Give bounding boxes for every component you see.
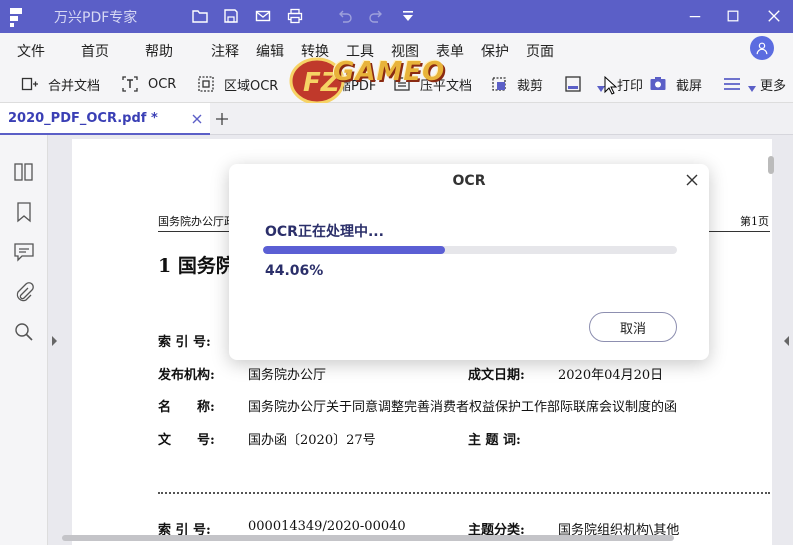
dialog-close-icon[interactable] [685, 173, 699, 187]
ocr-button[interactable]: OCR [120, 73, 176, 95]
field-value: 国务院办公厅 [248, 368, 327, 383]
print-tool-button[interactable]: 打印 [617, 73, 643, 95]
ocr-status-text: OCR正在处理中... [265, 224, 384, 240]
horizontal-scrollbar-thumb[interactable] [62, 535, 674, 541]
save-icon[interactable] [222, 7, 240, 25]
menu-comment[interactable]: 注释 [211, 41, 239, 61]
title-bar: 万兴PDF专家 [0, 0, 793, 33]
field-value: 2020年04月20日 [558, 368, 664, 383]
redo-icon[interactable] [367, 7, 385, 25]
menu-page[interactable]: 页面 [526, 41, 554, 61]
area-ocr-button[interactable]: 区域OCR [196, 73, 278, 95]
field-value: 国办函〔2020〕27号 [248, 433, 376, 448]
open-folder-icon[interactable] [191, 7, 209, 25]
app-title: 万兴PDF专家 [54, 9, 138, 26]
dialog-title: OCR [452, 173, 486, 189]
merge-button[interactable]: 合并文档 [20, 73, 100, 95]
screenshot-button[interactable]: 截屏 [648, 73, 702, 95]
tab-close-icon[interactable] [190, 112, 204, 126]
menu-edit[interactable]: 编辑 [256, 41, 284, 61]
menu-help[interactable]: 帮助 [145, 41, 173, 61]
field-label: 索 引 号: [158, 335, 211, 350]
mouse-cursor-icon [604, 76, 618, 95]
attachment-icon[interactable] [13, 281, 35, 303]
field-label: 主 题 词: [468, 433, 521, 448]
document-tab-label: 2020_PDF_OCR.pdf * [8, 110, 158, 126]
left-sidebar [0, 135, 48, 545]
ocr-progress-dialog: OCR OCR正在处理中... 44.06% 取消 [229, 164, 709, 360]
customize-dropdown-icon[interactable] [399, 7, 417, 25]
more-list-icon [722, 74, 742, 94]
maximize-icon[interactable] [723, 6, 743, 26]
expand-right-panel-arrow-icon[interactable] [782, 335, 792, 347]
screenshot-icon [648, 74, 668, 94]
comment-icon[interactable] [13, 241, 35, 263]
merge-icon [20, 74, 40, 94]
field-label: 发布机构: [158, 368, 215, 383]
dotted-separator [158, 492, 770, 494]
ocr-progress-bar [263, 246, 677, 254]
field-value: 000014349/2020-00040 [248, 519, 406, 534]
close-window-icon[interactable] [764, 6, 784, 26]
minimize-icon[interactable] [685, 6, 705, 26]
email-icon[interactable] [254, 7, 272, 25]
menu-protect[interactable]: 保护 [481, 41, 509, 61]
document-tab[interactable]: 2020_PDF_OCR.pdf * [0, 103, 210, 135]
thumbnails-icon[interactable] [13, 161, 35, 183]
crop-icon [489, 74, 509, 94]
page-header-right: 第1页 [740, 215, 769, 228]
expand-sidebar-arrow-icon[interactable] [49, 335, 59, 347]
bates-button[interactable] [563, 73, 605, 95]
ocr-progress-percent: 44.06% [265, 263, 324, 279]
field-label: 名 称: [158, 400, 215, 415]
ocr-progress-fill [263, 246, 446, 254]
search-icon[interactable] [13, 321, 35, 343]
document-tab-strip: 2020_PDF_OCR.pdf * [0, 103, 793, 135]
bookmark-icon[interactable] [13, 201, 35, 223]
crop-button[interactable]: 裁剪 [489, 73, 543, 95]
vertical-scrollbar-thumb[interactable] [768, 156, 774, 174]
bates-icon [563, 74, 583, 94]
user-avatar-icon[interactable] [750, 36, 774, 60]
more-options-button[interactable]: 更多 [722, 73, 786, 95]
new-tab-plus-icon[interactable] [214, 111, 230, 127]
print-icon[interactable] [286, 7, 304, 25]
more-dropdown-icon [748, 86, 756, 92]
undo-icon[interactable] [336, 7, 354, 25]
cancel-button[interactable]: 取消 [589, 312, 677, 342]
app-logo-icon [8, 6, 30, 28]
menu-file[interactable]: 文件 [17, 41, 45, 61]
field-value: 国务院办公厅关于同意调整完善消费者权益保护工作部际联席会议制度的函 [248, 400, 678, 415]
field-label: 文 号: [158, 433, 215, 448]
menu-home[interactable]: 首页 [81, 41, 109, 61]
area-ocr-icon [196, 74, 216, 94]
field-label: 成文日期: [468, 368, 525, 383]
ocr-icon [120, 74, 140, 94]
